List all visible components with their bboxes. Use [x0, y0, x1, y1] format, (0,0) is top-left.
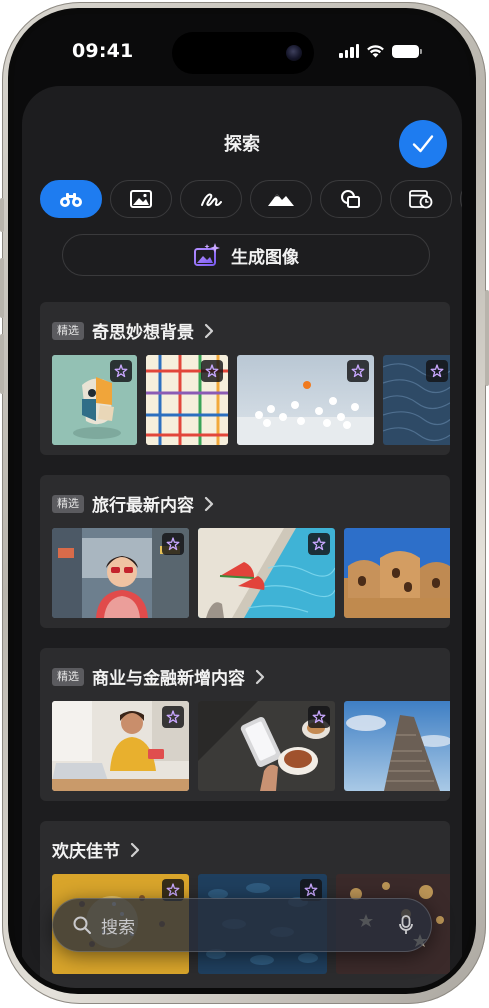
section-title: 商业与金融新增内容 — [92, 669, 245, 689]
ai-sparkle-icon — [166, 883, 180, 897]
thumbnail-image[interactable] — [344, 701, 450, 791]
featured-badge: 精选 — [52, 494, 84, 513]
side-button — [485, 290, 489, 386]
chevron-right-icon — [204, 323, 214, 338]
screen: 09:41 探索 生成图像 精选 奇思妙想背景 精选 旅行最新内容 精选 商业与… — [14, 14, 470, 988]
ai-generated-badge — [201, 360, 223, 382]
thumbnail-row — [52, 701, 450, 791]
thumbnail-image[interactable] — [344, 528, 450, 618]
ai-sparkle-icon — [114, 364, 128, 378]
section-title: 奇思妙想背景 — [92, 323, 194, 343]
chevron-right-icon — [204, 496, 214, 511]
ai-sparkle-icon — [312, 710, 326, 724]
generate-image-label: 生成图像 — [231, 247, 299, 268]
status-time: 09:41 — [72, 40, 134, 62]
status-icons — [339, 44, 422, 58]
skyscraper-image — [344, 701, 450, 791]
action-button — [0, 198, 4, 232]
volume-down-button — [0, 334, 4, 394]
ai-generated-badge — [110, 360, 132, 382]
thumbnail-image[interactable] — [198, 528, 335, 618]
tab-landscape[interactable] — [250, 180, 312, 218]
ai-sparkle-icon — [430, 364, 444, 378]
battery-icon — [392, 44, 422, 58]
camera-icon — [286, 45, 302, 61]
ai-generated-badge — [162, 533, 184, 555]
category-tabs — [40, 180, 462, 218]
desert-building-image — [344, 528, 450, 618]
generate-image-button[interactable]: 生成图像 — [62, 234, 430, 276]
landscape-icon — [268, 194, 294, 206]
section-title: 欢庆佳节 — [52, 842, 120, 862]
tab-photos[interactable] — [110, 180, 172, 218]
search-bar[interactable]: 搜索 — [52, 898, 432, 952]
explore-sheet: 探索 生成图像 精选 奇思妙想背景 精选 旅行最新内容 精选 商业与金融新增内容… — [22, 86, 462, 988]
photo-icon — [130, 190, 152, 208]
sketch-icon — [201, 193, 222, 207]
ai-generated-badge — [426, 360, 448, 382]
ai-sparkle-icon — [351, 364, 365, 378]
sheet-title: 探索 — [224, 134, 260, 155]
ai-sparkle-icon — [166, 710, 180, 724]
search-input[interactable]: 搜索 — [101, 913, 399, 938]
tab-shapes[interactable] — [320, 180, 382, 218]
tab-explore[interactable] — [40, 180, 102, 218]
section-header[interactable]: 精选 旅行最新内容 — [52, 491, 214, 516]
featured-badge: 精选 — [52, 667, 84, 686]
thumbnail-image[interactable] — [237, 355, 374, 445]
shapes-icon — [341, 190, 360, 208]
search-icon — [73, 916, 91, 934]
done-button[interactable] — [399, 120, 447, 168]
featured-badge: 精选 — [52, 321, 84, 340]
ai-generated-badge — [308, 533, 330, 555]
wifi-icon — [367, 45, 384, 58]
section-card: 精选 商业与金融新增内容 — [40, 648, 450, 801]
thumbnail-row — [52, 355, 450, 445]
thumbnail-image[interactable] — [383, 355, 450, 445]
microphone-icon[interactable] — [399, 915, 413, 935]
section-header[interactable]: 欢庆佳节 — [52, 837, 140, 862]
ai-generated-badge — [347, 360, 369, 382]
cellular-signal-icon — [339, 44, 359, 58]
calendar-clock-icon — [409, 190, 433, 209]
volume-up-button — [0, 258, 4, 318]
thumbnail-image[interactable] — [52, 701, 189, 791]
ai-sparkle-icon — [166, 537, 180, 551]
tab-more[interactable] — [460, 180, 462, 218]
binoculars-icon — [60, 193, 82, 207]
ai-generated-badge — [308, 706, 330, 728]
ai-sparkle-icon — [205, 364, 219, 378]
tab-sketch[interactable] — [180, 180, 242, 218]
thumbnail-row — [52, 528, 450, 618]
dynamic-island — [172, 32, 314, 74]
ai-sparkle-icon — [312, 537, 326, 551]
thumbnail-image[interactable] — [52, 528, 189, 618]
ai-sparkle-icon — [304, 883, 318, 897]
ai-generated-badge — [162, 706, 184, 728]
section-title: 旅行最新内容 — [92, 496, 194, 516]
chevron-right-icon — [130, 842, 140, 857]
section-card: 精选 奇思妙想背景 — [40, 302, 450, 455]
thumbnail-image[interactable] — [198, 701, 335, 791]
thumbnail-image[interactable] — [146, 355, 228, 445]
checkmark-icon — [412, 135, 434, 153]
section-header[interactable]: 精选 奇思妙想背景 — [52, 318, 214, 343]
image-sparkle-icon — [194, 243, 220, 266]
section-card: 精选 旅行最新内容 — [40, 475, 450, 628]
section-header[interactable]: 精选 商业与金融新增内容 — [52, 664, 265, 689]
tab-seasons[interactable] — [390, 180, 452, 218]
chevron-right-icon — [255, 669, 265, 684]
thumbnail-image[interactable] — [52, 355, 137, 445]
